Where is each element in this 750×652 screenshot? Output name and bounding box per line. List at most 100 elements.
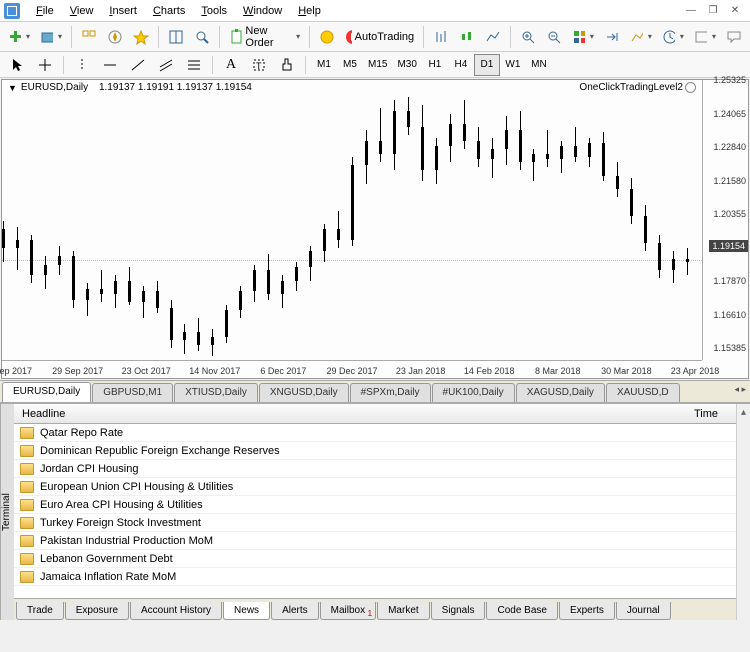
terminal-tab-account-history[interactable]: Account History	[130, 602, 222, 620]
timeframe-d1[interactable]: D1	[474, 54, 500, 76]
chart-plot[interactable]	[2, 94, 702, 360]
scroll-up-button[interactable]: ▴	[736, 404, 750, 620]
timeframe-m30[interactable]: M30	[392, 54, 421, 76]
news-row[interactable]: Euro Area CPI Housing & Utilities	[14, 496, 736, 514]
terminal-tab-news[interactable]: News	[223, 602, 270, 620]
timeframe-h4[interactable]: H4	[448, 54, 474, 76]
strategy-tester-button[interactable]	[190, 25, 214, 49]
zoom-out-button[interactable]	[542, 25, 566, 49]
restore-button[interactable]: ❐	[704, 4, 722, 18]
news-list[interactable]: Qatar Repo Rate Dominican Republic Foreig…	[14, 424, 736, 598]
news-headline: Lebanon Government Debt	[40, 553, 173, 565]
news-row[interactable]: Jamaica Inflation Rate MoM	[14, 568, 736, 586]
menu-charts[interactable]: Charts	[145, 2, 193, 20]
terminal-tab-experts[interactable]: Experts	[559, 602, 615, 620]
hline-button[interactable]	[97, 54, 123, 76]
terminal-tab-trade[interactable]: Trade	[16, 602, 64, 620]
market-watch-button[interactable]	[77, 25, 101, 49]
symbol-tab[interactable]: EURUSD,Daily	[2, 382, 91, 402]
timeframe-m15[interactable]: M15	[363, 54, 392, 76]
symbol-tab[interactable]: XAGUSD,Daily	[516, 383, 605, 402]
candles-icon	[459, 29, 475, 45]
folder-icon	[20, 427, 34, 439]
arrows-button[interactable]	[274, 54, 300, 76]
symbol-tab[interactable]: XNGUSD,Daily	[259, 383, 349, 402]
trendline-button[interactable]	[125, 54, 151, 76]
cursor-button[interactable]	[4, 54, 30, 76]
line-icon	[485, 29, 501, 45]
chevron-down-icon[interactable]: ▼	[8, 83, 17, 93]
indicators-button[interactable]	[626, 25, 656, 49]
terminal-tab-journal[interactable]: Journal	[616, 602, 671, 620]
navigator-button[interactable]	[103, 25, 127, 49]
smiley-icon	[685, 82, 696, 93]
menu-window[interactable]: Window	[235, 2, 290, 20]
new-chart-button[interactable]	[4, 25, 34, 49]
templates-button[interactable]	[690, 25, 720, 49]
menu-view[interactable]: View	[62, 2, 102, 20]
candle-chart-button[interactable]	[455, 25, 479, 49]
news-row[interactable]: Jordan CPI Housing	[14, 460, 736, 478]
symbol-tab[interactable]: XTIUSD,Daily	[174, 383, 258, 402]
timeframe-m1[interactable]: M1	[311, 54, 337, 76]
terminal-tab-alerts[interactable]: Alerts	[271, 602, 319, 620]
symbol-tab[interactable]: #SPXm,Daily	[350, 383, 431, 402]
news-headline: Jamaica Inflation Rate MoM	[40, 571, 176, 583]
close-button[interactable]: ✕	[726, 4, 744, 18]
autotrading-button[interactable]: AutoTrading	[341, 25, 418, 49]
vline-button[interactable]	[69, 54, 95, 76]
time-column[interactable]: Time	[694, 408, 736, 420]
menu-file[interactable]: File	[28, 2, 62, 20]
tile-windows-button[interactable]	[164, 25, 188, 49]
menu-help[interactable]: Help	[290, 2, 329, 20]
news-row[interactable]: Dominican Republic Foreign Exchange Rese…	[14, 442, 736, 460]
terminal-button[interactable]	[129, 25, 153, 49]
bar-chart-button[interactable]	[429, 25, 453, 49]
news-row[interactable]: Pakistan Industrial Production MoM	[14, 532, 736, 550]
chart-area[interactable]: ▼ EURUSD,Daily 1.19137 1.19191 1.19137 1…	[1, 79, 749, 379]
crosshair-button[interactable]	[32, 54, 58, 76]
timeframe-m5[interactable]: M5	[337, 54, 363, 76]
news-row[interactable]: Turkey Foreign Stock Investment	[14, 514, 736, 532]
symbol-tab[interactable]: #UK100,Daily	[432, 383, 515, 402]
channel-button[interactable]	[153, 54, 179, 76]
fibo-button[interactable]	[181, 54, 207, 76]
new-order-button[interactable]: New Order	[225, 25, 304, 49]
periods-button[interactable]	[658, 25, 688, 49]
chat-button[interactable]	[722, 25, 746, 49]
text-button[interactable]: A	[218, 54, 244, 76]
terminal-side-label[interactable]: Terminal	[0, 404, 14, 620]
terminal-tab-signals[interactable]: Signals	[431, 602, 486, 620]
text-label-button[interactable]: T	[246, 54, 272, 76]
menu-tools[interactable]: Tools	[193, 2, 235, 20]
terminal-tab-mailbox[interactable]: Mailbox1	[320, 602, 376, 620]
line-chart-button[interactable]	[481, 25, 505, 49]
menu-insert[interactable]: Insert	[101, 2, 145, 20]
terminal-tab-market[interactable]: Market	[377, 602, 430, 620]
shift-button[interactable]	[600, 25, 624, 49]
symbol-tab[interactable]: XAUUSD,D	[606, 383, 680, 402]
ytick: 1.15385	[713, 343, 746, 353]
news-row[interactable]: European Union CPI Housing & Utilities	[14, 478, 736, 496]
news-row[interactable]: Lebanon Government Debt	[14, 550, 736, 568]
compass-icon	[107, 29, 123, 45]
timeframe-w1[interactable]: W1	[500, 54, 526, 76]
timeframe-mn[interactable]: MN	[526, 54, 552, 76]
x-axis: 7 Sep 201729 Sep 201723 Oct 201714 Nov 2…	[2, 360, 702, 378]
metaquotes-button[interactable]	[315, 25, 339, 49]
terminal-tab-code-base[interactable]: Code Base	[486, 602, 557, 620]
news-row[interactable]: Qatar Repo Rate	[14, 424, 736, 442]
tab-nav[interactable]: ◂ ▸	[730, 381, 750, 402]
profiles-button[interactable]	[36, 25, 66, 49]
news-headline: Qatar Repo Rate	[40, 427, 123, 439]
zoom-in-button[interactable]	[516, 25, 540, 49]
minimize-button[interactable]: —	[682, 4, 700, 18]
symbol-tab[interactable]: GBPUSD,M1	[92, 383, 173, 402]
terminal-tab-exposure[interactable]: Exposure	[65, 602, 129, 620]
chart-tabs: EURUSD,DailyGBPUSD,M1XTIUSD,DailyXNGUSD,…	[0, 380, 750, 402]
auto-scroll-button[interactable]	[568, 25, 598, 49]
timeframe-h1[interactable]: H1	[422, 54, 448, 76]
folder-icon	[20, 517, 34, 529]
headline-column[interactable]: Headline	[14, 408, 73, 420]
terminal-tabs: TradeExposureAccount HistoryNewsAlertsMa…	[14, 598, 736, 620]
